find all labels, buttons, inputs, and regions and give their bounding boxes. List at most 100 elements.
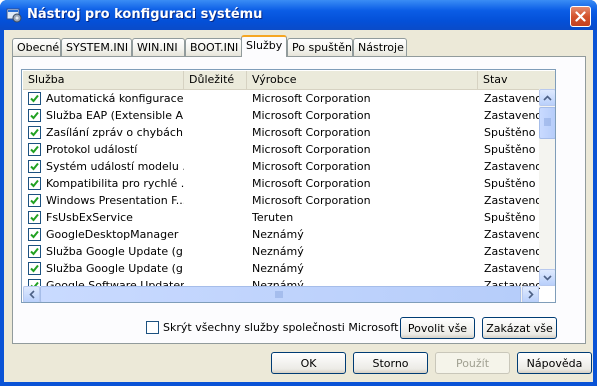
title-bar[interactable]: Nástroj pro konfiguraci systému: [0, 0, 597, 30]
services-list[interactable]: Služba Důležité Výrobce Stav Automatická…: [21, 69, 556, 303]
checkmark-icon: [30, 264, 39, 273]
service-status: Spuštěno: [484, 126, 536, 139]
service-status: Zastaveno: [484, 92, 540, 105]
service-name: Protokol událostí: [46, 143, 138, 156]
service-status: Spuštěno: [484, 211, 536, 224]
chevron-down-icon: [543, 274, 552, 281]
horizontal-scrollbar[interactable]: [23, 286, 539, 302]
table-row[interactable]: Služba EAP (Extensible A... Microsoft Cor…: [23, 107, 540, 124]
tab-win-ini[interactable]: WIN.INI: [132, 38, 185, 56]
checkmark-icon: [30, 94, 39, 103]
disable-all-button[interactable]: Zakázat vše: [482, 317, 557, 339]
cancel-button[interactable]: Storno: [353, 352, 428, 374]
chevron-right-icon: [527, 290, 534, 299]
service-name: Windows Presentation F...: [46, 194, 184, 207]
service-checkbox[interactable]: [28, 262, 41, 275]
table-row[interactable]: Zasílání zpráv o chybách Microsoft Corpor…: [23, 124, 535, 141]
service-status: Spuštěno: [484, 143, 536, 156]
list-header: Služba Důležité Výrobce Stav: [23, 71, 555, 90]
service-checkbox[interactable]: [28, 194, 41, 207]
service-name: Služba EAP (Extensible A...: [46, 109, 184, 122]
service-checkbox[interactable]: [28, 160, 41, 173]
service-checkbox[interactable]: [28, 177, 41, 190]
grip-icon: [275, 291, 283, 298]
chevron-up-icon: [543, 94, 552, 101]
enable-all-button[interactable]: Povolit vše: [400, 317, 475, 339]
tab-label: WIN.INI: [137, 41, 178, 54]
hide-microsoft-services-checkbox[interactable]: [146, 321, 159, 334]
table-row[interactable]: Automatická konfigurace... Microsoft Corp…: [23, 90, 540, 107]
service-name: Zasílání zpráv o chybách: [46, 126, 183, 139]
close-button[interactable]: [570, 6, 591, 27]
ok-button[interactable]: OK: [271, 352, 346, 374]
service-name: Systém událostí modelu ...: [46, 160, 184, 173]
horizontal-scroll-thumb[interactable]: [40, 286, 521, 302]
service-vendor: Microsoft Corporation: [252, 109, 371, 122]
service-vendor: Neznámý: [252, 245, 304, 258]
service-vendor: Microsoft Corporation: [252, 92, 371, 105]
service-vendor: Microsoft Corporation: [252, 177, 371, 190]
table-row[interactable]: Služba Google Update (g... Neznámý Zastave…: [23, 243, 540, 260]
vertical-scroll-thumb[interactable]: [539, 107, 555, 139]
service-vendor: Neznámý: [252, 262, 304, 275]
service-checkbox[interactable]: [28, 143, 41, 156]
column-header-essential[interactable]: Důležité: [184, 71, 247, 89]
checkmark-icon: [30, 128, 39, 137]
tab-general[interactable]: Obecné: [12, 38, 61, 56]
service-name: FsUsbExService: [46, 211, 133, 224]
scroll-left-button[interactable]: [23, 286, 40, 302]
tab-boot-ini[interactable]: BOOT.INI: [185, 38, 242, 56]
service-checkbox[interactable]: [28, 126, 41, 139]
checkmark-icon: [30, 179, 39, 188]
service-status: Zastaveno: [484, 194, 540, 207]
tab-system-ini[interactable]: SYSTEM.INI: [61, 38, 132, 56]
service-checkbox[interactable]: [28, 245, 41, 258]
scroll-right-button[interactable]: [522, 286, 539, 302]
scroll-up-button[interactable]: [539, 89, 555, 106]
service-vendor: Neznámý: [252, 228, 304, 241]
service-checkbox[interactable]: [28, 211, 41, 224]
help-button[interactable]: Nápověda: [517, 352, 592, 374]
table-row[interactable]: Kompatibilita pro rychlé ... Microsoft Co…: [23, 175, 535, 192]
checkmark-icon: [30, 111, 39, 120]
tab-label: Obecné: [17, 41, 60, 54]
tab-label: BOOT.INI: [190, 41, 239, 54]
service-status: Zastaveno: [484, 109, 540, 122]
table-row[interactable]: Windows Presentation F... Microsoft Corpo…: [23, 192, 540, 209]
checkmark-icon: [30, 145, 39, 154]
column-header-vendor[interactable]: Výrobce: [247, 71, 478, 89]
service-vendor: Teruten: [252, 211, 294, 224]
table-row[interactable]: Systém událostí modelu ... Microsoft Corp…: [23, 158, 540, 175]
window-title: Nástroj pro konfiguraci systému: [27, 7, 263, 22]
scroll-down-button[interactable]: [539, 269, 555, 286]
checkmark-icon: [30, 230, 39, 239]
service-checkbox[interactable]: [28, 228, 41, 241]
table-row[interactable]: FsUsbExService Teruten Spuštěno: [23, 209, 535, 226]
column-header-status[interactable]: Stav: [478, 71, 555, 89]
checkmark-icon: [30, 196, 39, 205]
service-name: Kompatibilita pro rychlé ...: [46, 177, 184, 190]
hide-microsoft-services-label[interactable]: Skrýt všechny služby společnosti Microso…: [163, 321, 398, 334]
tab-startup[interactable]: Po spuštění: [287, 38, 355, 56]
apply-button[interactable]: Použít: [435, 352, 510, 374]
tab-label: Nástroje: [358, 41, 404, 54]
service-status: Zastaveno: [484, 228, 540, 241]
tab-label: Po spuštění: [292, 41, 355, 54]
service-vendor: Microsoft Corporation: [252, 126, 371, 139]
service-status: Spuštěno: [484, 177, 536, 190]
table-row[interactable]: GoogleDesktopManager Neznámý Zastaveno: [23, 226, 540, 243]
vertical-scrollbar[interactable]: [539, 89, 555, 286]
service-checkbox[interactable]: [28, 109, 41, 122]
service-checkbox[interactable]: [28, 92, 41, 105]
table-row[interactable]: Služba Google Update (g... Neznámý Zastave…: [23, 260, 540, 277]
dialog-window: Nástroj pro konfiguraci systému Obecné S…: [0, 0, 597, 386]
grip-icon: [544, 118, 551, 126]
service-status: Zastaveno: [484, 262, 540, 275]
tab-services[interactable]: Služby: [241, 35, 287, 57]
column-header-service[interactable]: Služba: [23, 71, 184, 89]
table-row[interactable]: Protokol událostí Microsoft Corporation Sp…: [23, 141, 535, 158]
service-vendor: Microsoft Corporation: [252, 143, 371, 156]
chevron-left-icon: [28, 290, 35, 299]
tab-tools[interactable]: Nástroje: [353, 38, 407, 56]
checkmark-icon: [30, 247, 39, 256]
